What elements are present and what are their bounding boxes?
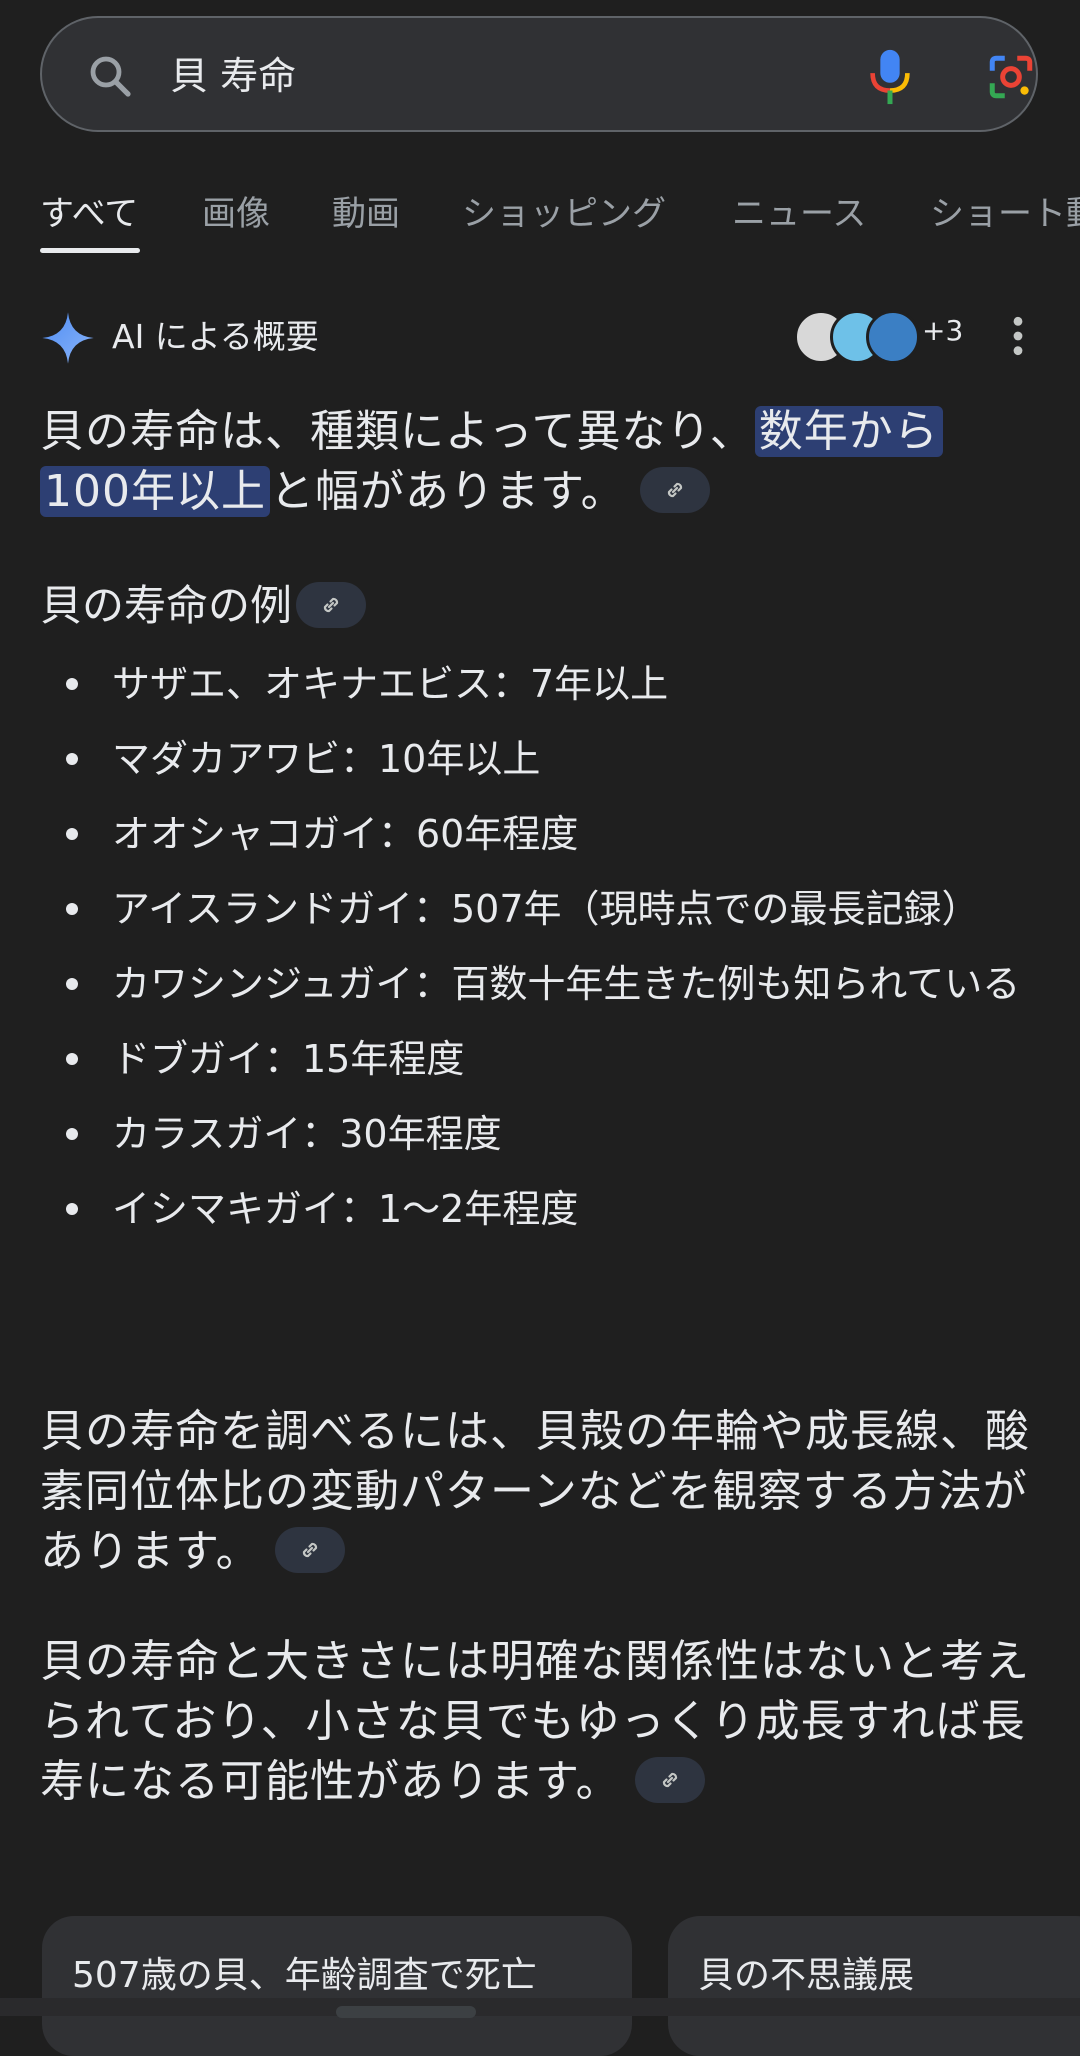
highlighted-phrase: 数年から <box>754 406 943 457</box>
list-item: オオシャコガイ：60年程度 <box>40 806 1050 862</box>
examples-heading: 貝の寿命の例 <box>40 576 367 636</box>
tab-all[interactable]: すべて <box>40 190 138 238</box>
list-item-text: イシマキガイ：1〜2年程度 <box>112 1187 579 1231</box>
link-icon <box>667 482 682 498</box>
citation-link-button[interactable] <box>639 467 710 513</box>
method-text: 貝の寿命を調べるには、貝殻の年輪や成長線、酸素同位体比の変動パターンなどを観察す… <box>40 1406 1030 1577</box>
intro-text: 貝の寿命は、種類によって異なり、 <box>40 406 755 457</box>
source-avatar[interactable] <box>866 310 920 364</box>
highlighted-phrase: 100年以上 <box>40 466 270 517</box>
bullet-icon <box>66 678 78 690</box>
source-card-title: 507歳の貝、年齢調査で死亡 <box>72 1955 537 1996</box>
examples-list: サザエ、オキナエビス：7年以上 マダカアワビ：10年以上 オオシャコガイ：60年… <box>40 656 1050 1256</box>
tab-news[interactable]: ニュース <box>732 190 866 238</box>
tab-images[interactable]: 画像 <box>202 190 270 238</box>
list-item-text: カラスガイ：30年程度 <box>112 1112 502 1156</box>
bullet-icon <box>66 903 78 915</box>
microphone-icon[interactable] <box>868 48 912 106</box>
examples-heading-text: 貝の寿命の例 <box>40 581 293 630</box>
link-icon <box>662 1772 677 1788</box>
sources-stack[interactable]: +3 <box>794 308 964 364</box>
method-paragraph: 貝の寿命を調べるには、貝殻の年輪や成長線、酸素同位体比の変動パターンなどを観察す… <box>40 1402 1040 1582</box>
bullet-icon <box>66 1128 78 1140</box>
list-item-text: ドブガイ：15年程度 <box>112 1037 465 1081</box>
tab-videos[interactable]: 動画 <box>332 190 400 238</box>
source-card-title: 貝の不思議展 <box>698 1955 915 1996</box>
bullet-icon <box>66 978 78 990</box>
gemini-spark-icon <box>42 312 94 364</box>
bullet-icon <box>66 1203 78 1215</box>
intro-text-end: と幅があります。 <box>269 466 626 517</box>
link-icon <box>323 597 339 612</box>
citation-link-button[interactable] <box>296 581 367 628</box>
citation-link-button[interactable] <box>634 1757 705 1803</box>
citation-link-button[interactable] <box>274 1527 345 1573</box>
list-item-text: マダカアワビ：10年以上 <box>112 737 541 781</box>
bullet-icon <box>66 753 78 765</box>
search-icon[interactable] <box>86 52 134 100</box>
tab-shorts[interactable]: ショート動 <box>930 190 1080 238</box>
source-card[interactable]: 507歳の貝、年齢調査で死亡 <box>42 1916 632 2056</box>
search-tabs: すべて 画像 動画 ショッピング ニュース ショート動 <box>0 190 1080 260</box>
list-item-text: オオシャコガイ：60年程度 <box>112 812 579 856</box>
scroll-handle[interactable] <box>336 2006 476 2018</box>
ai-summary-intro: 貝の寿命は、種類によって異なり、数年から 100年以上と幅があります。 <box>40 402 1040 522</box>
list-item: カラスガイ：30年程度 <box>40 1106 1050 1162</box>
tab-shopping[interactable]: ショッピング <box>462 190 666 238</box>
more-options-icon[interactable] <box>1004 314 1032 358</box>
list-item-text: カワシンジュガイ：百数十年生きた例も知られている <box>112 962 1021 1006</box>
camera-lens-icon[interactable] <box>986 52 1036 102</box>
source-card[interactable]: 貝の不思議展 <box>668 1916 1080 2056</box>
size-paragraph: 貝の寿命と大きさには明確な関係性はないと考えられており、小さな貝でもゆっくり成長… <box>40 1632 1040 1812</box>
bullet-icon <box>66 828 78 840</box>
list-item-text: アイスランドガイ：507年（現時点での最長記録） <box>112 887 980 931</box>
list-item-text: サザエ、オキナエビス：7年以上 <box>112 662 669 706</box>
list-item: アイスランドガイ：507年（現時点での最長記録） <box>40 881 1050 937</box>
size-text: 貝の寿命と大きさには明確な関係性はないと考えられており、小さな貝でもゆっくり成長… <box>40 1636 1030 1807</box>
list-item: サザエ、オキナエビス：7年以上 <box>40 656 1050 712</box>
bullet-icon <box>66 1053 78 1065</box>
search-input[interactable]: 貝 寿命 <box>170 48 296 104</box>
bottom-sheet-edge <box>0 1998 1080 2016</box>
list-item: マダカアワビ：10年以上 <box>40 731 1050 787</box>
active-tab-indicator <box>40 248 140 253</box>
search-bar[interactable]: 貝 寿命 <box>40 16 1038 132</box>
sources-more-count[interactable]: +3 <box>922 314 963 347</box>
ai-overview-title: AI による概要 <box>112 317 319 356</box>
list-item: ドブガイ：15年程度 <box>40 1031 1050 1087</box>
list-item: カワシンジュガイ：百数十年生きた例も知られている <box>40 956 1050 1012</box>
list-item: イシマキガイ：1〜2年程度 <box>40 1181 1050 1237</box>
link-icon <box>302 1542 317 1558</box>
